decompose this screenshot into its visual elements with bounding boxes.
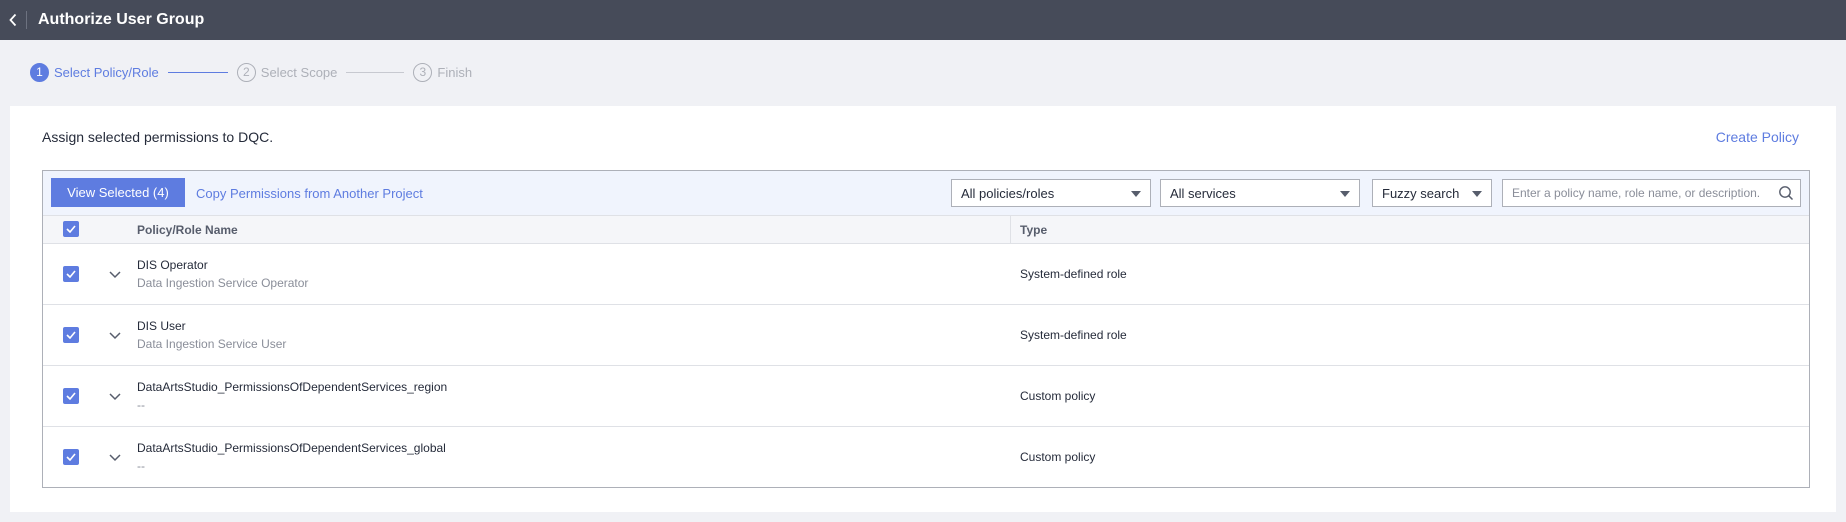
check-icon — [66, 225, 76, 233]
row-checkbox[interactable] — [63, 388, 79, 404]
table-row: DataArtsStudio_PermissionsOfDependentSer… — [43, 366, 1809, 427]
caret-down-icon — [1131, 191, 1141, 197]
step-3-label: Finish — [437, 64, 473, 80]
step-connector — [167, 71, 228, 73]
chevron-down-icon[interactable] — [107, 449, 123, 465]
policy-type-value: All policies/roles — [961, 185, 1055, 201]
service-value: All services — [1170, 185, 1236, 201]
policy-name: DataArtsStudio_PermissionsOfDependentSer… — [137, 380, 448, 394]
search-mode-select[interactable]: Fuzzy search — [1372, 179, 1492, 207]
step-3: 3 Finish — [413, 62, 473, 82]
policy-table-panel: View Selected (4) Copy Permissions from … — [42, 170, 1810, 488]
search-icon[interactable] — [1778, 185, 1794, 201]
chevron-left-icon — [9, 13, 17, 27]
chevron-down-icon[interactable] — [107, 327, 123, 343]
table-header: Policy/Role Name Type — [43, 216, 1809, 244]
assign-description: Assign selected permissions to DQC. — [42, 129, 274, 145]
back-button[interactable] — [0, 0, 26, 40]
main-card: Assign selected permissions to DQC. Crea… — [10, 106, 1836, 512]
step-2: 2 Select Scope — [236, 62, 338, 82]
caret-down-icon — [1472, 191, 1482, 197]
row-checkbox[interactable] — [63, 449, 79, 465]
column-header-type: Type — [1020, 223, 1048, 237]
policy-description: -- — [137, 459, 145, 473]
policy-type: System-defined role — [1020, 267, 1127, 281]
step-3-number: 3 — [413, 62, 433, 82]
select-all-checkbox[interactable] — [63, 221, 79, 237]
column-divider — [1010, 216, 1011, 244]
table-row: DIS User Data Ingestion Service User Sys… — [43, 305, 1809, 366]
step-1-number: 1 — [30, 62, 49, 82]
create-policy-link[interactable]: Create Policy — [1716, 129, 1799, 145]
view-selected-button[interactable]: View Selected (4) — [51, 178, 185, 207]
step-1: 1 Select Policy/Role — [30, 62, 159, 82]
page-title: Authorize User Group — [38, 11, 205, 28]
copy-permissions-link[interactable]: Copy Permissions from Another Project — [196, 186, 423, 201]
policy-name: DIS Operator — [137, 258, 208, 272]
policy-description: Data Ingestion Service User — [137, 337, 287, 351]
step-1-label: Select Policy/Role — [54, 64, 159, 80]
policy-type: System-defined role — [1020, 328, 1127, 342]
policy-type-select[interactable]: All policies/roles — [951, 179, 1151, 207]
chevron-down-icon[interactable] — [107, 266, 123, 282]
policy-description: Data Ingestion Service Operator — [137, 276, 309, 290]
policy-type: Custom policy — [1020, 389, 1096, 403]
check-icon — [66, 453, 76, 461]
search-box — [1502, 179, 1801, 207]
table-row: DataArtsStudio_PermissionsOfDependentSer… — [43, 427, 1809, 488]
step-connector — [346, 71, 405, 73]
policy-type: Custom policy — [1020, 450, 1096, 464]
step-indicator: 1 Select Policy/Role 2 Select Scope 3 Fi… — [30, 62, 472, 82]
row-checkbox[interactable] — [63, 266, 79, 282]
check-icon — [66, 331, 76, 339]
policy-name: DIS User — [137, 319, 186, 333]
service-select[interactable]: All services — [1160, 179, 1360, 207]
title-separator — [26, 11, 27, 29]
row-checkbox[interactable] — [63, 327, 79, 343]
step-2-label: Select Scope — [260, 64, 338, 80]
chevron-down-icon[interactable] — [107, 388, 123, 404]
search-input[interactable] — [1503, 180, 1763, 206]
policy-description: -- — [137, 398, 145, 412]
table-body: DIS Operator Data Ingestion Service Oper… — [43, 244, 1809, 488]
table-row: DIS Operator Data Ingestion Service Oper… — [43, 244, 1809, 305]
check-icon — [66, 270, 76, 278]
column-header-name: Policy/Role Name — [137, 223, 238, 237]
caret-down-icon — [1340, 191, 1350, 197]
step-2-number: 2 — [236, 62, 256, 82]
search-mode-value: Fuzzy search — [1382, 185, 1460, 201]
top-bar: Authorize User Group — [0, 0, 1846, 40]
table-toolbar: View Selected (4) Copy Permissions from … — [43, 171, 1809, 216]
check-icon — [66, 392, 76, 400]
policy-name: DataArtsStudio_PermissionsOfDependentSer… — [137, 441, 446, 455]
